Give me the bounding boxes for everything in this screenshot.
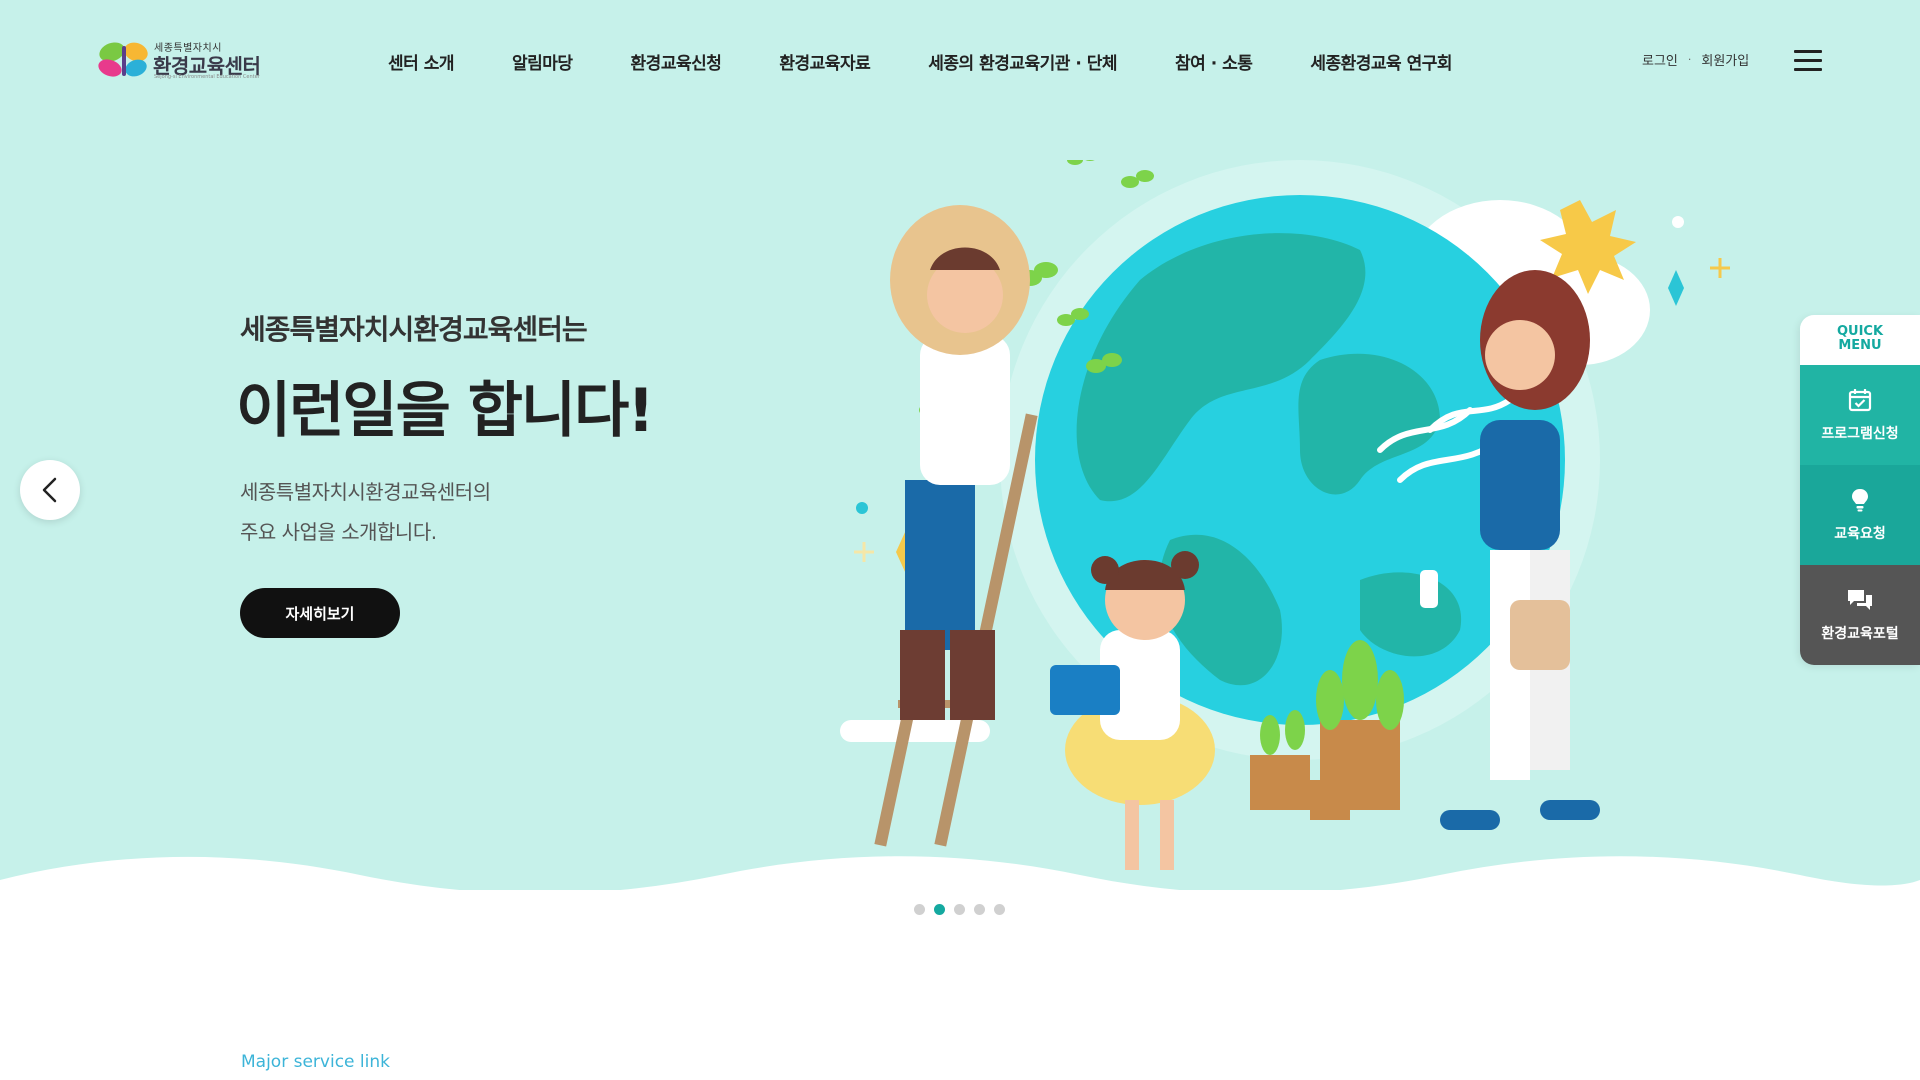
quick-program-apply[interactable]: 프로그램신청 [1800, 365, 1920, 465]
nav-item-notice[interactable]: 알림마당 [512, 49, 573, 74]
pagination-dot[interactable] [934, 904, 945, 915]
hero-description: 세종특별자치시환경교육센터의 주요 사업을 소개합니다. [240, 472, 491, 552]
man-figure [840, 205, 1038, 847]
hero-banner: 세종특별자치시 환경교육센터 Sejong-si Environmental E… [0, 0, 1920, 890]
nav-item-center-intro[interactable]: 센터 소개 [388, 49, 454, 74]
nav-item-education-apply[interactable]: 환경교육신청 [631, 49, 722, 74]
quick-menu: QUICK MENU 프로그램신청 교육요청 환경교육포털 [1800, 315, 1920, 665]
quick-item-label: 교육요청 [1834, 526, 1886, 542]
site-logo[interactable]: 세종특별자치시 환경교육센터 Sejong-si Environmental E… [98, 36, 268, 84]
nav-item-education-material[interactable]: 환경교육자료 [779, 49, 870, 74]
quick-menu-title-line-1: QUICK [1836, 324, 1884, 339]
hero-title: 이런일을 합니다! [236, 376, 655, 446]
wave-divider [0, 856, 1920, 890]
lightbulb-icon [1852, 489, 1868, 512]
quick-menu-title-line-2: MENU [1838, 338, 1882, 353]
hero-desc-line-2: 주요 사업을 소개합니다. [240, 520, 437, 544]
utility-links: 로그인 · 회원가입 [1642, 50, 1749, 69]
hero-subtitle: 세종특별자치시환경교육센터는 [240, 313, 588, 346]
login-link[interactable]: 로그인 [1642, 50, 1678, 69]
nav-item-research-group[interactable]: 세종환경교육 연구회 [1310, 49, 1452, 74]
hero-desc-line-1: 세종특별자치시환경교육센터의 [240, 480, 491, 504]
util-separator: · [1687, 53, 1692, 66]
slider-pagination [914, 904, 1014, 915]
quick-menu-title: QUICK MENU [1800, 315, 1920, 365]
chevron-left-icon [42, 477, 57, 503]
signup-link[interactable]: 회원가입 [1701, 50, 1749, 69]
details-button[interactable]: 자세히보기 [240, 588, 400, 638]
section-label: Major service link [241, 1052, 390, 1072]
nav-item-institutions[interactable]: 세종의 환경교육기관 · 단체 [928, 49, 1117, 74]
pagination-dot[interactable] [974, 904, 985, 915]
chat-bubble-icon [1848, 590, 1872, 610]
nav-item-participation[interactable]: 참여 · 소통 [1175, 49, 1253, 74]
main-navigation: 센터 소개 알림마당 환경교육신청 환경교육자료 세종의 환경교육기관 · 단체… [388, 46, 1453, 76]
earth-illustration [840, 160, 1730, 870]
pagination-dot[interactable] [914, 904, 925, 915]
butterfly-logo-icon [98, 42, 148, 77]
pagination-dot[interactable] [994, 904, 1005, 915]
quick-item-label: 환경교육포털 [1821, 626, 1899, 642]
quick-education-portal[interactable]: 환경교육포털 [1800, 565, 1920, 665]
quick-education-request[interactable]: 교육요청 [1800, 465, 1920, 565]
slider-prev-button[interactable] [20, 460, 80, 520]
site-header: 세종특별자치시 환경교육센터 Sejong-si Environmental E… [0, 0, 1920, 120]
logo-sub-text: Sejong-si Environmental Education Center [154, 74, 260, 80]
calendar-check-icon [1848, 389, 1872, 412]
hamburger-menu-icon[interactable] [1794, 50, 1822, 72]
quick-item-label: 프로그램신청 [1821, 426, 1899, 442]
pagination-dot[interactable] [954, 904, 965, 915]
